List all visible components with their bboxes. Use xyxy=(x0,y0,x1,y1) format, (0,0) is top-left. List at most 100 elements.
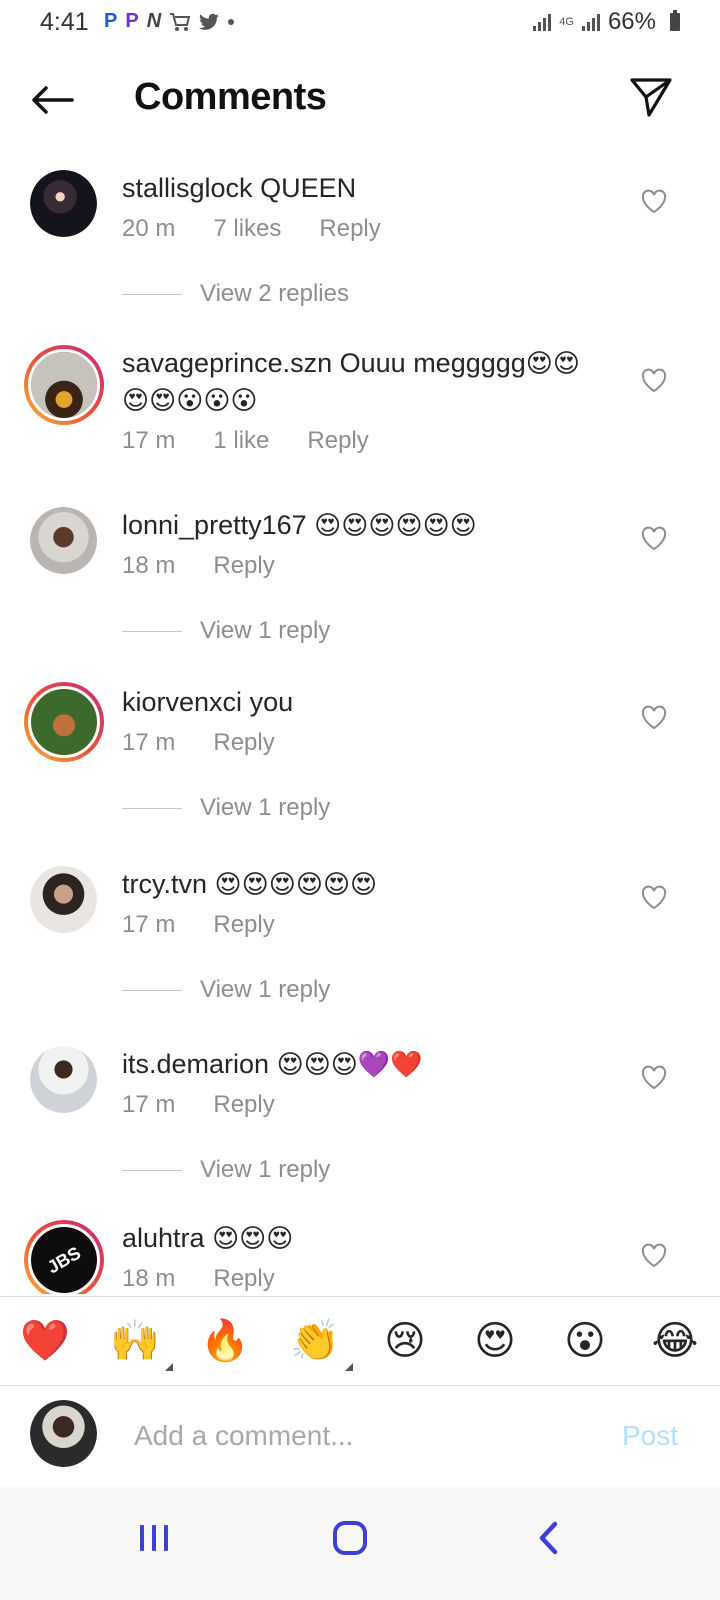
status-time: 4:41 xyxy=(40,8,89,36)
reply-button[interactable]: Reply xyxy=(213,1091,274,1119)
dot-icon xyxy=(228,18,235,25)
recent-apps-icon xyxy=(140,1525,168,1551)
comment-body: QUEEN xyxy=(260,173,357,203)
reaction-crying[interactable]: 😢 xyxy=(375,1311,435,1371)
reaction-heart[interactable]: ❤️ xyxy=(15,1311,75,1371)
comment-likes[interactable]: 1 like xyxy=(213,427,269,455)
avatar[interactable]: JBS xyxy=(24,1220,104,1294)
avatar[interactable] xyxy=(24,682,104,762)
comment-time: 18 m xyxy=(122,552,176,579)
heart-icon[interactable] xyxy=(640,1242,668,1270)
comment-meta: 17 m Reply xyxy=(122,729,313,757)
system-nav-bar xyxy=(0,1486,720,1600)
network-type: 4G xyxy=(559,16,574,28)
comment-input[interactable] xyxy=(134,1414,604,1458)
comment-meta: 17 m 1 like Reply xyxy=(122,427,407,455)
heart-icon[interactable] xyxy=(640,525,668,553)
reaction-fire[interactable]: 🔥 xyxy=(195,1311,255,1371)
comment-meta: 17 m Reply xyxy=(122,911,313,939)
comment-emojis: 😍😍😍😍😍😍 xyxy=(214,870,378,900)
comment-username[interactable]: aluhtra xyxy=(122,1223,205,1253)
comment-likes[interactable]: 7 likes xyxy=(213,215,281,243)
view-replies-button[interactable]: View 1 reply xyxy=(122,617,330,645)
divider xyxy=(122,1169,182,1171)
comment-body: Ouuu meggggg xyxy=(339,348,526,378)
comment-username[interactable]: trcy.tvn xyxy=(122,869,207,899)
reaction-clap[interactable]: 👏 xyxy=(285,1311,353,1371)
header: Comments xyxy=(0,60,720,140)
page-title: Comments xyxy=(134,76,327,118)
share-button[interactable] xyxy=(626,72,676,122)
notification-p-icon: P xyxy=(104,10,118,32)
heart-icon[interactable] xyxy=(640,188,668,216)
twitter-icon xyxy=(199,13,220,30)
reaction-laughing[interactable]: 😂 xyxy=(645,1311,705,1371)
signal-icon-2 xyxy=(581,13,600,31)
comment-username[interactable]: kiorvenxci xyxy=(122,687,242,717)
post-button[interactable]: Post xyxy=(622,1420,678,1452)
reply-button[interactable]: Reply xyxy=(307,427,368,455)
comment-emojis: 😍😍😍 xyxy=(212,1224,294,1254)
notification-icons: P P N xyxy=(104,10,235,33)
comment-username[interactable]: lonni_pretty167 xyxy=(122,510,307,540)
view-replies-button[interactable]: View 2 replies xyxy=(122,280,349,308)
chevron-left-icon xyxy=(539,1521,558,1555)
comment-username[interactable]: its.demarion xyxy=(122,1049,269,1079)
avatar-text: JBS xyxy=(43,1242,84,1277)
heart-icon[interactable] xyxy=(640,367,668,395)
home-button[interactable] xyxy=(320,1508,380,1568)
heart-icon[interactable] xyxy=(640,884,668,912)
comment-text: savageprince.szn Ouuu meggggg😍😍 😍😍😮😮😮 xyxy=(122,345,622,419)
comment-time: 17 m xyxy=(122,911,176,938)
view-replies-label: View 1 reply xyxy=(200,794,331,821)
view-replies-button[interactable]: View 1 reply xyxy=(122,1156,330,1184)
signal-icon xyxy=(533,13,552,31)
reply-button[interactable]: Reply xyxy=(213,911,274,939)
avatar[interactable] xyxy=(30,1046,97,1113)
avatar[interactable] xyxy=(30,170,97,237)
comment-text: aluhtra 😍😍😍 xyxy=(122,1220,622,1257)
comment-text: its.demarion 😍😍😍💜❤️ xyxy=(122,1046,622,1083)
view-replies-button[interactable]: View 1 reply xyxy=(122,976,330,1004)
comment-emojis: 😍😍 xyxy=(525,349,580,379)
comment-text: stallisglock QUEEN xyxy=(122,170,622,206)
divider xyxy=(122,630,182,632)
comment-body: you xyxy=(249,687,294,717)
heart-icon[interactable] xyxy=(640,1064,668,1092)
view-replies-label: View 1 reply xyxy=(200,617,331,644)
avatar[interactable] xyxy=(30,507,97,574)
avatar[interactable] xyxy=(24,345,104,425)
view-replies-label: View 1 reply xyxy=(200,976,331,1003)
comment-username[interactable]: savageprince.szn xyxy=(122,348,332,378)
comment-meta: 18 m Reply xyxy=(122,1265,313,1293)
comment-time: 18 m xyxy=(122,1265,176,1292)
back-button[interactable] xyxy=(28,76,76,124)
comment-composer: Post xyxy=(0,1388,720,1484)
heart-icon[interactable] xyxy=(640,704,668,732)
recent-apps-button[interactable] xyxy=(124,1508,184,1568)
reply-button[interactable]: Reply xyxy=(213,552,274,580)
reply-button[interactable]: Reply xyxy=(319,215,380,243)
view-replies-button[interactable]: View 1 reply xyxy=(122,794,330,822)
reply-button[interactable]: Reply xyxy=(213,729,274,757)
current-user-avatar xyxy=(30,1400,97,1467)
avatar[interactable] xyxy=(30,866,97,933)
reaction-surprised[interactable]: 😮 xyxy=(555,1311,615,1371)
comment-meta: 18 m Reply xyxy=(122,552,313,580)
divider xyxy=(122,293,182,295)
reply-button[interactable]: Reply xyxy=(213,1265,274,1293)
comment-emojis: 😍😍😍😍😍😍 xyxy=(314,511,477,541)
battery-icon xyxy=(670,10,680,31)
comment-username[interactable]: stallisglock xyxy=(122,173,253,203)
comment-time: 17 m xyxy=(122,1091,176,1118)
comments-list[interactable]: stallisglock QUEEN 20 m 7 likes Reply Vi… xyxy=(0,150,720,1294)
reaction-heart-eyes[interactable]: 😍 xyxy=(465,1311,525,1371)
reaction-raised-hands[interactable]: 🙌 xyxy=(105,1311,173,1371)
notification-n-icon: N xyxy=(146,10,162,32)
back-nav-button[interactable] xyxy=(518,1508,578,1568)
comment-text: trcy.tvn 😍😍😍😍😍😍 xyxy=(122,866,622,903)
status-bar: 4:41 P P N 4G 66% xyxy=(0,0,720,44)
divider xyxy=(122,807,182,809)
comment-time: 17 m xyxy=(122,427,176,454)
view-replies-label: View 1 reply xyxy=(200,1156,331,1183)
